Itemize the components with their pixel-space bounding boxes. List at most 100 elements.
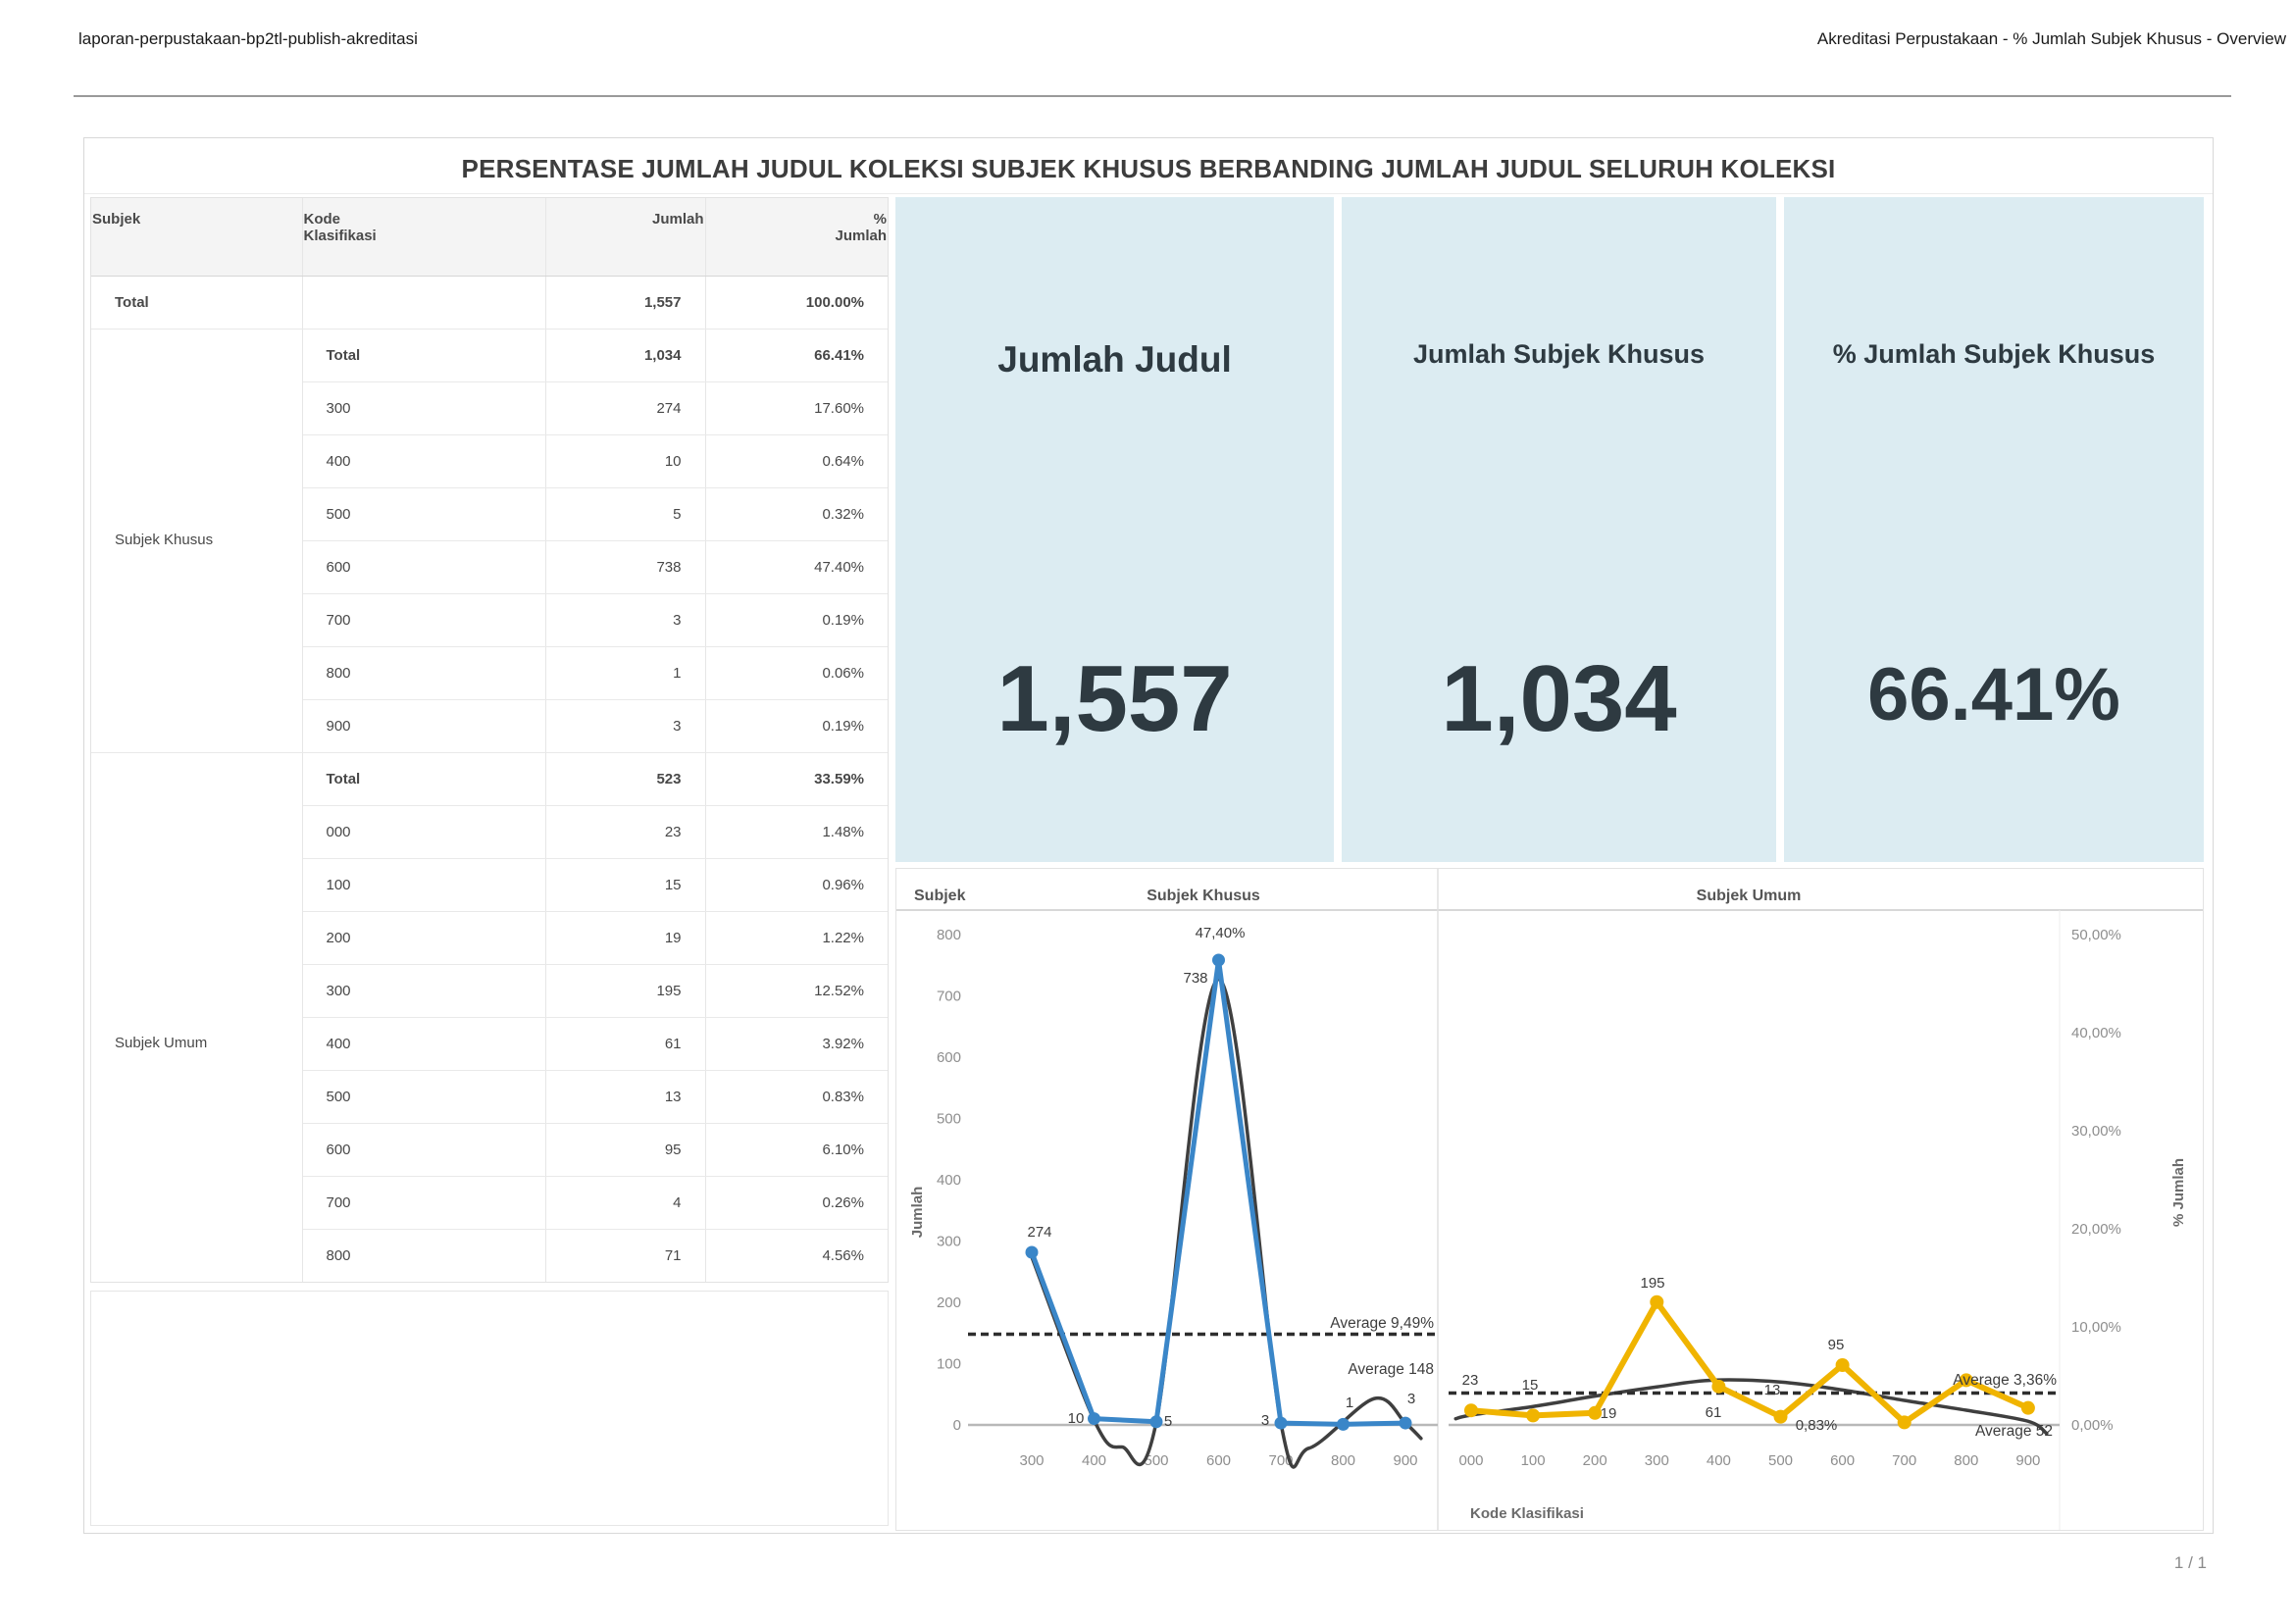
cell-jumlah[interactable]: 61 xyxy=(545,1017,705,1070)
cell-kode[interactable]: 700 xyxy=(302,593,545,646)
cell-kode[interactable]: 300 xyxy=(302,964,545,1017)
cell-kode[interactable]: Total xyxy=(302,329,545,381)
right-axis-tick: 50,00% xyxy=(2071,927,2121,943)
data-point-label: 5 xyxy=(1164,1413,1172,1430)
data-point-label: 3 xyxy=(1407,1391,1415,1407)
cell-group-name[interactable]: Subjek Umum xyxy=(91,752,302,1283)
charts-svg: Subjek01002003004005006007008000,00%10,0… xyxy=(896,869,2203,1530)
cell-kode[interactable]: 000 xyxy=(302,805,545,858)
cell-jumlah[interactable]: 19 xyxy=(545,911,705,964)
series-line[interactable] xyxy=(1032,960,1405,1424)
cell-pct[interactable]: 1.22% xyxy=(705,911,888,964)
cell-kode[interactable]: 600 xyxy=(302,1123,545,1176)
cell-pct[interactable]: 3.92% xyxy=(705,1017,888,1070)
data-point-label: 19 xyxy=(1601,1405,1617,1422)
cell-kode[interactable]: 300 xyxy=(302,381,545,434)
cell-kode[interactable]: 400 xyxy=(302,1017,545,1070)
cell-kode[interactable]: 800 xyxy=(302,1229,545,1282)
cell-jumlah[interactable]: 95 xyxy=(545,1123,705,1176)
cell-kode[interactable]: 600 xyxy=(302,540,545,593)
cell-pct[interactable]: 33.59% xyxy=(705,752,888,805)
cell-jumlah[interactable]: 3 xyxy=(545,699,705,752)
cell-jumlah[interactable]: 523 xyxy=(545,752,705,805)
data-point-marker[interactable] xyxy=(1275,1417,1288,1430)
cell-kode[interactable]: 500 xyxy=(302,487,545,540)
cell-jumlah[interactable]: 274 xyxy=(545,381,705,434)
data-point-label: 738 xyxy=(1183,970,1207,987)
data-point-marker[interactable] xyxy=(1650,1295,1663,1309)
right-axis-tick: 0,00% xyxy=(2071,1417,2114,1434)
cell-kode[interactable]: 900 xyxy=(302,699,545,752)
cell-jumlah[interactable]: 23 xyxy=(545,805,705,858)
data-point-label: 47,40% xyxy=(1196,925,1246,941)
cell-subjek[interactable]: Total xyxy=(91,276,302,329)
cell-pct[interactable]: 47.40% xyxy=(705,540,888,593)
cell-pct[interactable]: 6.10% xyxy=(705,1123,888,1176)
x-axis-tick: 500 xyxy=(1768,1452,1793,1469)
data-point-marker[interactable] xyxy=(1711,1380,1725,1394)
cell-kode[interactable]: 100 xyxy=(302,858,545,911)
left-axis-tick: 700 xyxy=(937,989,961,1005)
average-label: Average 52 xyxy=(1975,1423,2053,1440)
data-point-marker[interactable] xyxy=(2021,1401,2035,1415)
cell-pct[interactable]: 0.96% xyxy=(705,858,888,911)
cell-pct[interactable]: 0.26% xyxy=(705,1176,888,1229)
cell-pct[interactable]: 0.19% xyxy=(705,593,888,646)
cell-pct[interactable]: 0.19% xyxy=(705,699,888,752)
x-axis-tick: 000 xyxy=(1458,1452,1483,1469)
right-axis-tick: 20,00% xyxy=(2071,1221,2121,1238)
cell-jumlah[interactable]: 195 xyxy=(545,964,705,1017)
data-point-marker[interactable] xyxy=(1526,1408,1540,1422)
cell-kode[interactable]: 700 xyxy=(302,1176,545,1229)
cell-jumlah[interactable]: 13 xyxy=(545,1070,705,1123)
trend-line[interactable] xyxy=(1032,980,1421,1467)
cell-jumlah[interactable]: 1,034 xyxy=(545,329,705,381)
cell-jumlah[interactable]: 71 xyxy=(545,1229,705,1282)
data-point-marker[interactable] xyxy=(1088,1412,1100,1425)
cell-jumlah[interactable]: 10 xyxy=(545,434,705,487)
cell-kode[interactable]: Total xyxy=(302,752,545,805)
cell-jumlah[interactable]: 27 xyxy=(545,1282,705,1283)
data-point-marker[interactable] xyxy=(1774,1410,1788,1424)
cell-jumlah[interactable]: 738 xyxy=(545,540,705,593)
cell-jumlah[interactable]: 4 xyxy=(545,1176,705,1229)
cell-jumlah[interactable]: 15 xyxy=(545,858,705,911)
cell-pct[interactable]: 17.60% xyxy=(705,381,888,434)
cell-pct[interactable]: 0.64% xyxy=(705,434,888,487)
cell-kode[interactable]: 800 xyxy=(302,646,545,699)
header-divider xyxy=(74,95,2231,97)
view-breadcrumb: Akreditasi Perpustakaan - % Jumlah Subje… xyxy=(1817,29,2286,49)
cell-pct[interactable]: 4.56% xyxy=(705,1229,888,1282)
cell-jumlah[interactable]: 1,557 xyxy=(545,276,705,329)
cell-pct[interactable]: 66.41% xyxy=(705,329,888,381)
cell-kode[interactable]: 500 xyxy=(302,1070,545,1123)
data-point-marker[interactable] xyxy=(1212,954,1225,967)
data-point-marker[interactable] xyxy=(1337,1418,1350,1431)
cell-group-name[interactable]: Subjek Khusus xyxy=(91,329,302,752)
cell-jumlah[interactable]: 1 xyxy=(545,646,705,699)
data-point-marker[interactable] xyxy=(1150,1415,1163,1428)
data-point-marker[interactable] xyxy=(1836,1358,1850,1372)
cell-pct[interactable]: 12.52% xyxy=(705,964,888,1017)
empty-panel xyxy=(90,1291,889,1526)
cell-kode[interactable] xyxy=(302,276,545,329)
data-point-marker[interactable] xyxy=(1898,1415,1912,1429)
cell-pct[interactable]: 0.32% xyxy=(705,487,888,540)
data-point-marker[interactable] xyxy=(1026,1246,1039,1259)
data-point-marker[interactable] xyxy=(1464,1403,1478,1417)
average-label: Average 148 xyxy=(1348,1361,1434,1378)
data-point-marker[interactable] xyxy=(1400,1417,1412,1430)
cell-pct[interactable]: 1.73% xyxy=(705,1282,888,1283)
cell-pct[interactable]: 0.83% xyxy=(705,1070,888,1123)
cell-pct[interactable]: 0.06% xyxy=(705,646,888,699)
cell-pct[interactable]: 1.48% xyxy=(705,805,888,858)
x-axis-tick: 200 xyxy=(1583,1452,1607,1469)
kpi-value: 1,557 xyxy=(996,652,1232,746)
cell-pct[interactable]: 100.00% xyxy=(705,276,888,329)
cell-kode[interactable]: 900 xyxy=(302,1282,545,1283)
data-point-label: 10 xyxy=(1068,1410,1085,1427)
cell-kode[interactable]: 400 xyxy=(302,434,545,487)
cell-jumlah[interactable]: 3 xyxy=(545,593,705,646)
cell-jumlah[interactable]: 5 xyxy=(545,487,705,540)
cell-kode[interactable]: 200 xyxy=(302,911,545,964)
